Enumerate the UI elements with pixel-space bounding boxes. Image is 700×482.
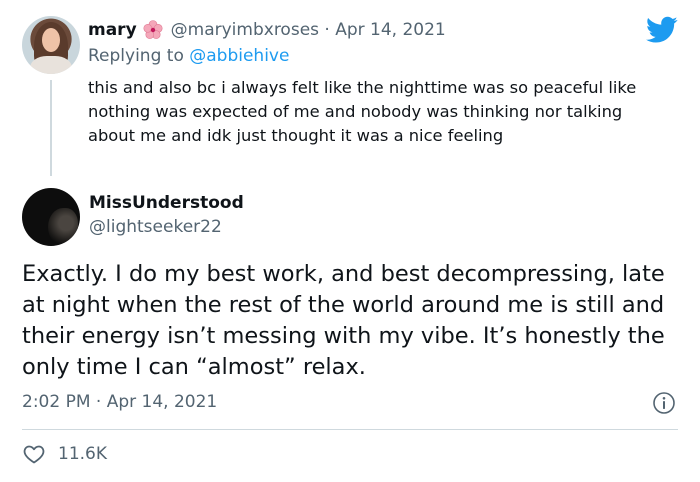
divider bbox=[22, 429, 678, 430]
parent-tweet-header: mary @maryimbxroses · Apr 14, 2021 bbox=[88, 18, 446, 42]
parent-tweet-text: this and also bc i always felt like the … bbox=[88, 78, 637, 145]
thread-connector-line bbox=[50, 80, 52, 176]
main-author-handle[interactable]: @lightseeker22 bbox=[89, 217, 222, 237]
parent-author-name[interactable]: mary bbox=[88, 20, 137, 40]
like-button[interactable]: 11.6K bbox=[22, 442, 107, 466]
parent-tweet: mary @maryimbxroses · Apr 14, 2021 Reply… bbox=[0, 0, 700, 180]
main-author-name[interactable]: MissUnderstood bbox=[89, 193, 244, 213]
like-count: 11.6K bbox=[58, 444, 107, 464]
twitter-bird-icon[interactable] bbox=[646, 16, 678, 44]
parent-author-handle[interactable]: @maryimbxroses bbox=[171, 20, 319, 40]
avatar[interactable] bbox=[22, 16, 80, 74]
separator-dot: · bbox=[324, 20, 330, 40]
main-tweet-text: Exactly. I do my best work, and best dec… bbox=[22, 261, 665, 380]
avatar[interactable] bbox=[22, 188, 80, 246]
tweet-timestamp[interactable]: 2:02 PM · Apr 14, 2021 bbox=[22, 392, 217, 412]
replying-to-line: Replying to @abbiehive bbox=[88, 46, 289, 66]
hibiscus-emoji-icon bbox=[143, 20, 163, 39]
heart-icon bbox=[23, 445, 45, 464]
parent-tweet-date[interactable]: Apr 14, 2021 bbox=[335, 20, 446, 40]
info-icon[interactable] bbox=[652, 391, 676, 415]
replying-to-mention[interactable]: @abbiehive bbox=[189, 46, 289, 66]
replying-to-label: Replying to bbox=[88, 46, 184, 66]
